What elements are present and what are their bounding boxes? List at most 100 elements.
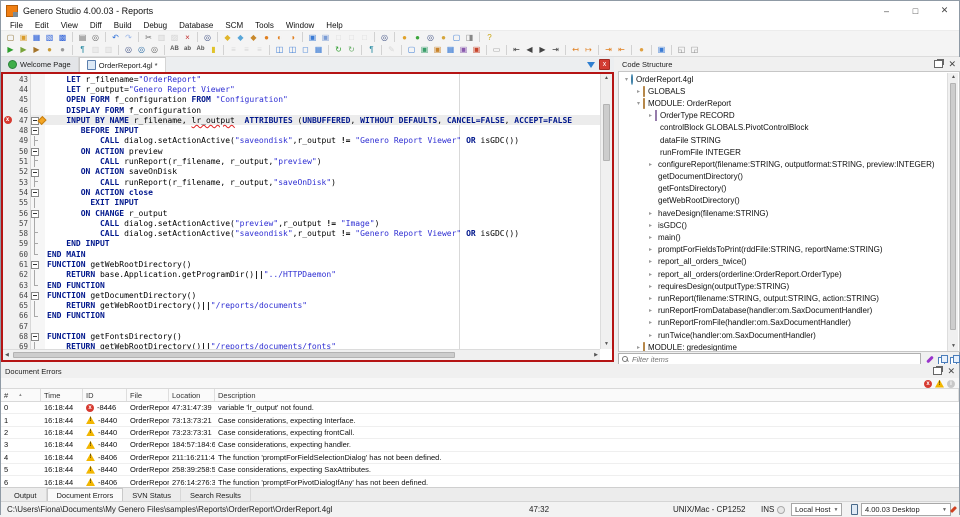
editor-vertical-scrollbar[interactable]: ▲ ▼: [600, 74, 612, 349]
breakpoint-margin[interactable]: [3, 125, 12, 136]
tree-item[interactable]: ▸ requiresDesign(outputType:STRING): [619, 280, 947, 292]
tree-scrollbar[interactable]: ▲ ▼: [947, 73, 958, 351]
menu-item-database[interactable]: Database: [173, 21, 219, 30]
rebuild-icon[interactable]: ◑: [286, 32, 299, 43]
column-header-num[interactable]: # ▴: [1, 389, 41, 401]
fold-margin[interactable]: [31, 300, 39, 311]
editor-tab-welcome-page[interactable]: Welcome Page: [1, 57, 79, 72]
fold-margin[interactable]: [31, 207, 39, 219]
close-button[interactable]: ✕: [930, 1, 959, 20]
code-text[interactable]: OPEN FORM f_configuration FROM "Configur…: [45, 95, 600, 105]
fold-collapse-icon[interactable]: [31, 209, 39, 218]
new-file-icon[interactable]: ▢: [4, 32, 17, 43]
layout-form-icon[interactable]: ▣: [418, 44, 431, 55]
debug-run-icon[interactable]: ▶: [17, 44, 30, 55]
editor-horizontal-scrollbar[interactable]: ◀ ▶: [3, 349, 600, 360]
code-text[interactable]: CALL dialog.setActionActive("saveondisk"…: [45, 228, 600, 238]
menu-item-diff[interactable]: Diff: [84, 21, 108, 30]
editor-tab-orderreport[interactable]: OrderReport.4gl *: [78, 57, 166, 72]
code-text[interactable]: ON CHANGE r_output: [45, 208, 600, 218]
breakpoint-margin[interactable]: [3, 341, 12, 349]
zoom-out-icon[interactable]: ◎: [122, 44, 135, 55]
minimize-button[interactable]: –: [872, 1, 901, 20]
profile-icon[interactable]: ●: [43, 44, 56, 55]
tree-item[interactable]: ▸ runReport(filename:STRING, output:STRIN…: [619, 292, 947, 304]
build-icon[interactable]: ●: [260, 32, 273, 43]
breakpoint-margin[interactable]: [3, 156, 12, 167]
tree-item[interactable]: ▾ MODULE: OrderReport: [619, 97, 947, 109]
help-icon[interactable]: ?: [483, 32, 496, 43]
tree-item[interactable]: ▸ OrderType RECORD: [619, 110, 947, 122]
breakpoint-margin[interactable]: x: [3, 115, 12, 126]
breakpoint-margin[interactable]: [3, 135, 12, 147]
code-text[interactable]: [45, 321, 600, 331]
breakpoint-margin[interactable]: [3, 187, 12, 198]
column-header-file[interactable]: File: [127, 389, 169, 401]
fold-collapse-icon[interactable]: [31, 168, 39, 177]
chevron-right-icon[interactable]: ▸: [646, 307, 655, 314]
link-icon[interactable]: ▣: [319, 32, 332, 43]
error-row[interactable]: 416:18:44!-8406OrderRepor...211:16:211:4…: [1, 452, 959, 464]
chevron-right-icon[interactable]: ▸: [646, 112, 655, 119]
tree-item[interactable]: ▸ configureReport(filename:STRING, output…: [619, 158, 947, 170]
save-as-icon[interactable]: ▧: [43, 32, 56, 43]
fold-margin[interactable]: [31, 156, 39, 167]
split-vertical-icon[interactable]: ◫: [286, 44, 299, 55]
run-icon[interactable]: ▶: [4, 44, 17, 55]
tree-item[interactable]: ▸ promptForFieldsToPrint(rddFile:STRING, …: [619, 244, 947, 256]
code-text[interactable]: LET r_filename= "OrderReport": [45, 74, 600, 84]
code-text[interactable]: BEFORE INPUT: [45, 125, 600, 135]
chevron-right-icon[interactable]: ▸: [646, 271, 655, 278]
tab-list-dropdown-icon[interactable]: [587, 61, 595, 68]
vertical-scroll-thumb[interactable]: [603, 104, 610, 161]
maximize-button[interactable]: □: [901, 1, 930, 20]
zoom-in-icon[interactable]: ◎: [135, 44, 148, 55]
code-text[interactable]: ON ACTION close: [45, 187, 600, 197]
code-text[interactable]: CALL dialog.setActionActive("preview" ,r_…: [45, 218, 600, 228]
code-text[interactable]: END INPUT: [45, 239, 600, 249]
fold-margin[interactable]: [31, 187, 39, 198]
code-text[interactable]: INPUT BY NAME r_filename, lr_output ATTR…: [45, 115, 600, 126]
chevron-right-icon[interactable]: ▸: [646, 319, 655, 326]
run-tool-icon[interactable]: ●: [411, 32, 424, 43]
detach-icon[interactable]: ◨: [463, 32, 476, 43]
show-errors-filter-icon[interactable]: x: [924, 379, 932, 388]
layout-split-icon[interactable]: ▦: [444, 44, 457, 55]
nav-forward-icon[interactable]: ▶: [536, 44, 549, 55]
error-row[interactable]: 116:18:44!-8440OrderRepor...73:13:73:21C…: [1, 414, 959, 427]
tree-scroll-up-icon[interactable]: ▲: [951, 75, 956, 80]
compile-icon[interactable]: ▣: [306, 32, 319, 43]
fold-margin[interactable]: [31, 197, 39, 208]
schema-icon[interactable]: ●: [398, 32, 411, 43]
errors-float-icon[interactable]: [933, 367, 943, 375]
chevron-right-icon[interactable]: ▸: [634, 88, 643, 95]
chevron-right-icon[interactable]: ▸: [646, 246, 655, 253]
tree-item[interactable]: getFontsDirectory(): [619, 183, 947, 195]
chevron-right-icon[interactable]: ▸: [634, 344, 643, 351]
menu-item-scm[interactable]: SCM: [219, 21, 249, 30]
tree-item[interactable]: ▸ MODULE: gredesigntime: [619, 341, 947, 351]
fold-margin[interactable]: [31, 176, 39, 188]
import-bdl-icon[interactable]: ◆: [221, 32, 234, 43]
sync-icon[interactable]: ↻: [345, 44, 358, 55]
tree-item[interactable]: runFromFile INTEGER: [619, 146, 947, 158]
tree-item[interactable]: ▸ runTwice(handler:om.SaxDocumentHandler): [619, 329, 947, 341]
show-warnings-filter-icon[interactable]: !: [935, 379, 944, 388]
fold-margin[interactable]: [31, 331, 39, 342]
breakpoint-margin[interactable]: [3, 238, 12, 250]
breakpoint-margin[interactable]: [3, 146, 12, 157]
build-all-icon[interactable]: ◐: [273, 32, 286, 43]
code-text[interactable]: FUNCTION getFontsDirectory(): [45, 331, 600, 341]
uppercase-icon[interactable]: AB: [168, 44, 181, 55]
error-row[interactable]: 516:18:44!-8440OrderRepor...258:39:258:5…: [1, 464, 959, 477]
fold-margin[interactable]: [31, 74, 39, 85]
breakpoint-margin[interactable]: [3, 197, 12, 208]
cut-icon[interactable]: ✂: [142, 32, 155, 43]
breakpoint-margin[interactable]: [3, 104, 12, 116]
fold-margin[interactable]: [31, 228, 39, 239]
fold-margin[interactable]: [31, 104, 39, 116]
tree-scroll-thumb[interactable]: [950, 83, 956, 330]
zoom-tool-icon[interactable]: ◎: [424, 32, 437, 43]
configuration-selector[interactable]: 4.00.03 Desktop ▼: [861, 503, 951, 516]
fold-margin[interactable]: [31, 238, 39, 250]
